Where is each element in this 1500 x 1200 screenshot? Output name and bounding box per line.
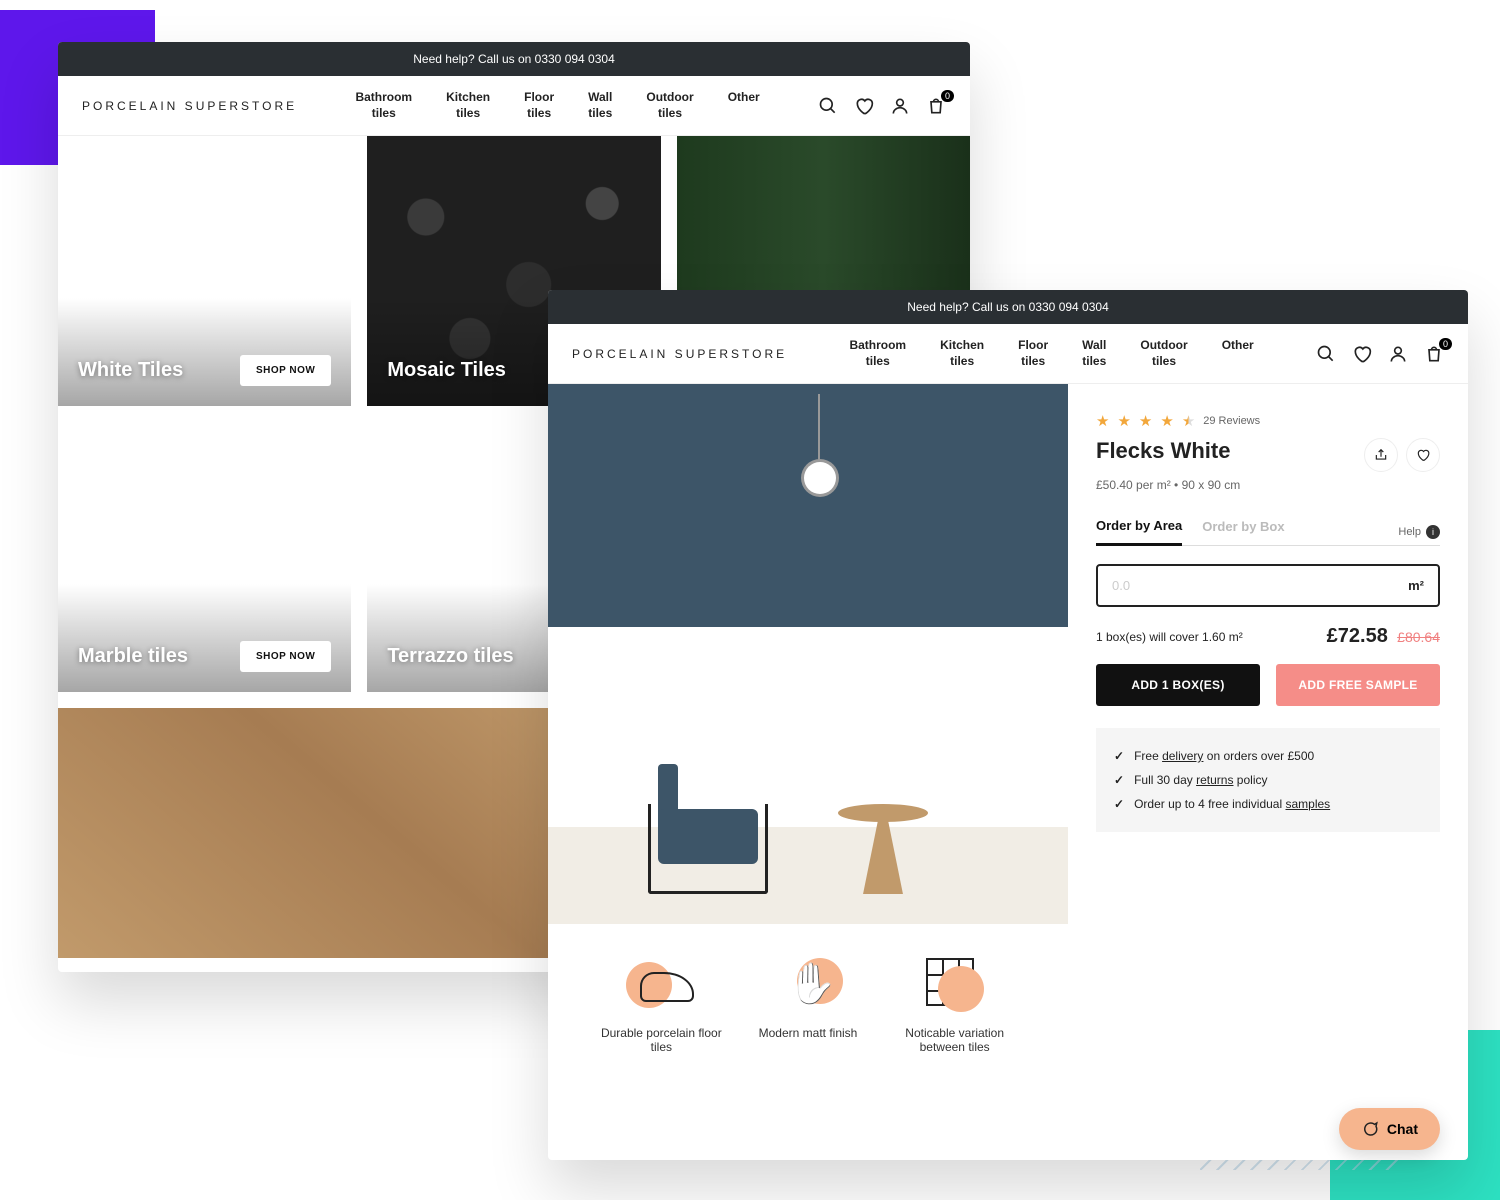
nav-bathroom[interactable]: Bathroom tiles xyxy=(355,90,412,121)
feature-matt: Modern matt finish xyxy=(743,954,873,1054)
shoe-icon xyxy=(626,954,696,1014)
wishlist-button[interactable] xyxy=(1406,438,1440,472)
product-image xyxy=(548,384,1068,924)
star-icon: ★ xyxy=(1160,412,1173,430)
search-icon[interactable] xyxy=(818,96,838,116)
heart-icon[interactable] xyxy=(1352,344,1372,364)
price-old: £80.64 xyxy=(1397,629,1440,645)
product-window: Need help? Call us on 0330 094 0304 PORC… xyxy=(548,290,1468,1160)
star-icon: ★ xyxy=(1117,412,1130,430)
chat-icon xyxy=(1361,1120,1379,1138)
samples-link[interactable]: samples xyxy=(1285,797,1330,811)
price-current: £72.58 xyxy=(1327,625,1388,647)
benefit-item: ✓ Full 30 day returns policy xyxy=(1114,768,1422,792)
main-nav: Bathroom tiles Kitchen tiles Floor tiles… xyxy=(327,90,788,121)
nav-outdoor[interactable]: Outdoor tiles xyxy=(646,90,693,121)
room-wall xyxy=(548,384,1068,627)
add-to-cart-button[interactable]: ADD 1 BOX(ES) xyxy=(1096,664,1260,706)
benefit-item: ✓ Free delivery on orders over £500 xyxy=(1114,744,1422,768)
tile-grid-icon xyxy=(920,954,990,1014)
nav-kitchen[interactable]: Kitchen tiles xyxy=(446,90,490,121)
shop-now-button[interactable]: SHOP NOW xyxy=(240,355,331,386)
nav-wall[interactable]: Wall tiles xyxy=(1082,338,1106,369)
order-tabs: Order by Area Order by Box Helpi xyxy=(1096,518,1440,546)
cart-icon[interactable]: 0 xyxy=(1424,344,1444,364)
product-info: ★ ★ ★ ★ ★ 29 Reviews Flecks White £50.40… xyxy=(1068,384,1468,924)
cta-row: ADD 1 BOX(ES) ADD FREE SAMPLE xyxy=(1096,664,1440,706)
star-icon: ★ xyxy=(1139,412,1152,430)
account-icon[interactable] xyxy=(1388,344,1408,364)
star-half-icon: ★ xyxy=(1182,412,1195,430)
cart-icon[interactable]: 0 xyxy=(926,96,946,116)
nav-outdoor[interactable]: Outdoor tiles xyxy=(1140,338,1187,369)
hand-icon xyxy=(773,954,843,1014)
shop-now-button[interactable]: SHOP NOW xyxy=(240,641,331,672)
tab-order-by-box[interactable]: Order by Box xyxy=(1202,519,1284,544)
check-icon: ✓ xyxy=(1114,773,1124,787)
lamp-cord xyxy=(818,394,820,464)
returns-link[interactable]: returns xyxy=(1196,773,1233,787)
main-nav: Bathroom tiles Kitchen tiles Floor tiles… xyxy=(817,338,1286,369)
share-button[interactable] xyxy=(1364,438,1398,472)
header-actions: 0 xyxy=(1316,344,1444,364)
category-card-white-tiles[interactable]: White Tiles SHOP NOW xyxy=(58,136,351,406)
area-input-wrapper: m² xyxy=(1096,564,1440,607)
account-icon[interactable] xyxy=(890,96,910,116)
site-header: PORCELAIN SUPERSTORE Bathroom tiles Kitc… xyxy=(58,76,970,136)
tab-order-by-area[interactable]: Order by Area xyxy=(1096,518,1182,546)
area-unit: m² xyxy=(1408,578,1424,593)
add-sample-button[interactable]: ADD FREE SAMPLE xyxy=(1276,664,1440,706)
cart-badge: 0 xyxy=(941,90,954,102)
category-title: Marble tiles xyxy=(78,645,188,668)
category-title: Terrazzo tiles xyxy=(387,645,513,668)
benefits-panel: ✓ Free delivery on orders over £500 ✓ Fu… xyxy=(1096,728,1440,832)
nav-floor[interactable]: Floor tiles xyxy=(524,90,554,121)
nav-floor[interactable]: Floor tiles xyxy=(1018,338,1048,369)
nav-other[interactable]: Other xyxy=(1222,338,1254,369)
announcement-bar: Need help? Call us on 0330 094 0304 xyxy=(548,290,1468,324)
feature-durable: Durable porcelain floor tiles xyxy=(596,954,726,1054)
lamp-bulb xyxy=(804,462,836,494)
star-icon: ★ xyxy=(1096,412,1109,430)
delivery-link[interactable]: delivery xyxy=(1162,749,1203,763)
check-icon: ✓ xyxy=(1114,749,1124,763)
nav-wall[interactable]: Wall tiles xyxy=(588,90,612,121)
area-input[interactable] xyxy=(1112,578,1402,593)
room-floor xyxy=(548,827,1068,924)
product-title: Flecks White xyxy=(1096,438,1230,464)
reviews-count: 29 Reviews xyxy=(1203,415,1260,427)
info-icon: i xyxy=(1426,525,1440,539)
product-body: ★ ★ ★ ★ ★ 29 Reviews Flecks White £50.40… xyxy=(548,384,1468,924)
nav-bathroom[interactable]: Bathroom tiles xyxy=(849,338,906,369)
check-icon: ✓ xyxy=(1114,797,1124,811)
chair-illustration xyxy=(648,774,788,894)
announcement-bar: Need help? Call us on 0330 094 0304 xyxy=(58,42,970,76)
brand-logo[interactable]: PORCELAIN SUPERSTORE xyxy=(82,99,297,113)
header-actions: 0 xyxy=(818,96,946,116)
search-icon[interactable] xyxy=(1316,344,1336,364)
brand-logo[interactable]: PORCELAIN SUPERSTORE xyxy=(572,347,787,361)
help-link[interactable]: Helpi xyxy=(1398,525,1440,539)
table-illustration xyxy=(838,804,928,894)
nav-other[interactable]: Other xyxy=(728,90,760,121)
category-title: White Tiles xyxy=(78,359,183,382)
heart-icon[interactable] xyxy=(854,96,874,116)
category-card-marble[interactable]: Marble tiles SHOP NOW xyxy=(58,422,351,692)
nav-kitchen[interactable]: Kitchen tiles xyxy=(940,338,984,369)
feature-variation: Noticable variation between tiles xyxy=(890,954,1020,1054)
product-features: Durable porcelain floor tiles Modern mat… xyxy=(548,924,1068,1054)
coverage-text: 1 box(es) will cover 1.60 m² xyxy=(1096,630,1243,644)
category-title: Mosaic Tiles xyxy=(387,359,506,382)
chat-button[interactable]: Chat xyxy=(1339,1108,1440,1150)
cart-badge: 0 xyxy=(1439,338,1452,350)
rating-row[interactable]: ★ ★ ★ ★ ★ 29 Reviews xyxy=(1096,412,1440,430)
site-header: PORCELAIN SUPERSTORE Bathroom tiles Kitc… xyxy=(548,324,1468,384)
benefit-item: ✓ Order up to 4 free individual samples xyxy=(1114,792,1422,816)
price-dimensions: £50.40 per m² • 90 x 90 cm xyxy=(1096,478,1440,492)
